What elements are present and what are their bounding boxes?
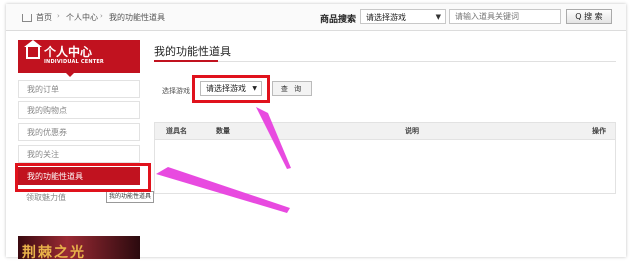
annotation-arrow-sidebar: [156, 167, 290, 213]
annotation-arrow-filter: [256, 107, 291, 169]
annotation-arrows: [156, 107, 291, 213]
